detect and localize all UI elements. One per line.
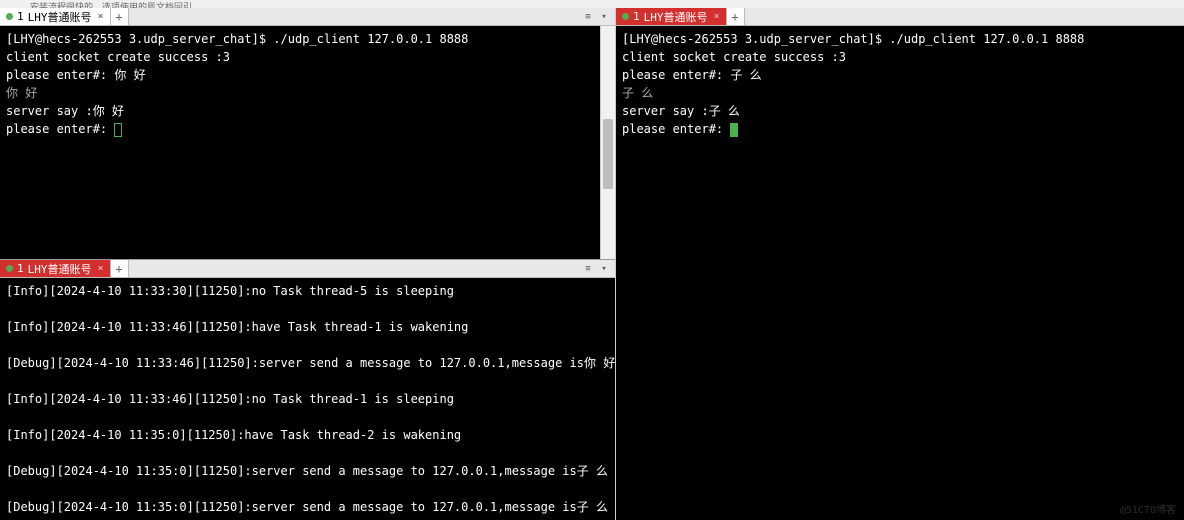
scrollbar[interactable] — [600, 26, 615, 259]
add-tab-button[interactable]: + — [727, 8, 745, 25]
line: server say :子 么 — [622, 104, 740, 118]
watermark: @51CTO博客 — [1120, 501, 1176, 516]
terminal-pane-bottom-left: 1 LHY普通账号 × + ≡ ▾ [Info][2024-4-10 11:33… — [0, 259, 615, 520]
tabbar: 1 LHY普通账号 × + ≡ ▾ — [0, 260, 615, 278]
line: 子 么 — [622, 86, 653, 100]
right-column: 1 LHY普通账号 × + [LHY@hecs-262553 3.udp_ser… — [616, 8, 1184, 520]
line: [Debug][2024-4-10 11:35:0][11250]:server… — [6, 500, 608, 514]
menu-icon[interactable]: ≡ — [581, 262, 595, 276]
line: [Debug][2024-4-10 11:33:46][11250]:serve… — [6, 356, 615, 370]
line: client socket create success :3 — [622, 50, 846, 64]
add-tab-button[interactable]: + — [111, 260, 129, 277]
terminal-tab[interactable]: 1 LHY普通账号 × — [0, 8, 111, 25]
cursor-icon — [114, 123, 122, 137]
dropdown-icon[interactable]: ▾ — [597, 10, 611, 24]
tab-title: LHY普通账号 — [28, 261, 92, 277]
scroll-thumb[interactable] — [603, 119, 613, 189]
terminal-tab[interactable]: 1 LHY普通账号 × — [0, 260, 111, 277]
cursor-icon — [730, 123, 738, 137]
line: [Info][2024-4-10 11:33:46][11250]:have T… — [6, 320, 468, 334]
add-tab-button[interactable]: + — [111, 8, 129, 25]
close-icon[interactable]: × — [714, 11, 720, 22]
left-column: 1 LHY普通账号 × + ≡ ▾ [LHY@hecs-262553 3.udp… — [0, 8, 616, 520]
line: [Info][2024-4-10 11:33:46][11250]:no Tas… — [6, 392, 454, 406]
terminal-output[interactable]: [LHY@hecs-262553 3.udp_server_chat]$ ./u… — [616, 26, 1184, 520]
close-icon[interactable]: × — [98, 263, 104, 274]
line: client socket create success :3 — [6, 50, 230, 64]
status-dot-icon — [6, 265, 13, 272]
layout: 1 LHY普通账号 × + ≡ ▾ [LHY@hecs-262553 3.udp… — [0, 8, 1184, 520]
menu-icon[interactable]: ≡ — [581, 10, 595, 24]
line: [Info][2024-4-10 11:33:30][11250]:no Tas… — [6, 284, 454, 298]
tabbar-controls: ≡ ▾ — [581, 8, 615, 25]
tabbar: 1 LHY普通账号 × + — [616, 8, 1184, 26]
line: please enter#: — [6, 122, 114, 136]
tab-title: LHY普通账号 — [644, 9, 708, 25]
line: 你 好 — [6, 86, 37, 100]
page-hint: 安装流程很快的，选项使用的鳯文档回引。 — [0, 0, 1184, 8]
tab-index: 1 — [17, 262, 24, 275]
terminal-output[interactable]: [Info][2024-4-10 11:33:30][11250]:no Tas… — [0, 278, 615, 520]
line: [Debug][2024-4-10 11:35:0][11250]:server… — [6, 464, 608, 478]
terminal-tab[interactable]: 1 LHY普通账号 × — [616, 8, 727, 25]
line: [Info][2024-4-10 11:35:0][11250]:have Ta… — [6, 428, 461, 442]
close-icon[interactable]: × — [98, 11, 104, 22]
line: [LHY@hecs-262553 3.udp_server_chat]$ ./u… — [622, 32, 1084, 46]
line: [LHY@hecs-262553 3.udp_server_chat]$ ./u… — [6, 32, 468, 46]
tab-title: LHY普通账号 — [28, 9, 92, 25]
terminal-output[interactable]: [LHY@hecs-262553 3.udp_server_chat]$ ./u… — [0, 26, 615, 259]
line: please enter#: — [622, 122, 730, 136]
terminal-pane-top-left: 1 LHY普通账号 × + ≡ ▾ [LHY@hecs-262553 3.udp… — [0, 8, 615, 259]
tab-index: 1 — [17, 10, 24, 23]
tabbar-controls: ≡ ▾ — [581, 260, 615, 277]
dropdown-icon[interactable]: ▾ — [597, 262, 611, 276]
line: please enter#: 你 好 — [6, 68, 146, 82]
line: server say :你 好 — [6, 104, 124, 118]
status-dot-icon — [6, 13, 13, 20]
tab-index: 1 — [633, 10, 640, 23]
tabbar: 1 LHY普通账号 × + ≡ ▾ — [0, 8, 615, 26]
terminal-pane-right: 1 LHY普通账号 × + [LHY@hecs-262553 3.udp_ser… — [616, 8, 1184, 520]
status-dot-icon — [622, 13, 629, 20]
line: please enter#: 子 么 — [622, 68, 762, 82]
